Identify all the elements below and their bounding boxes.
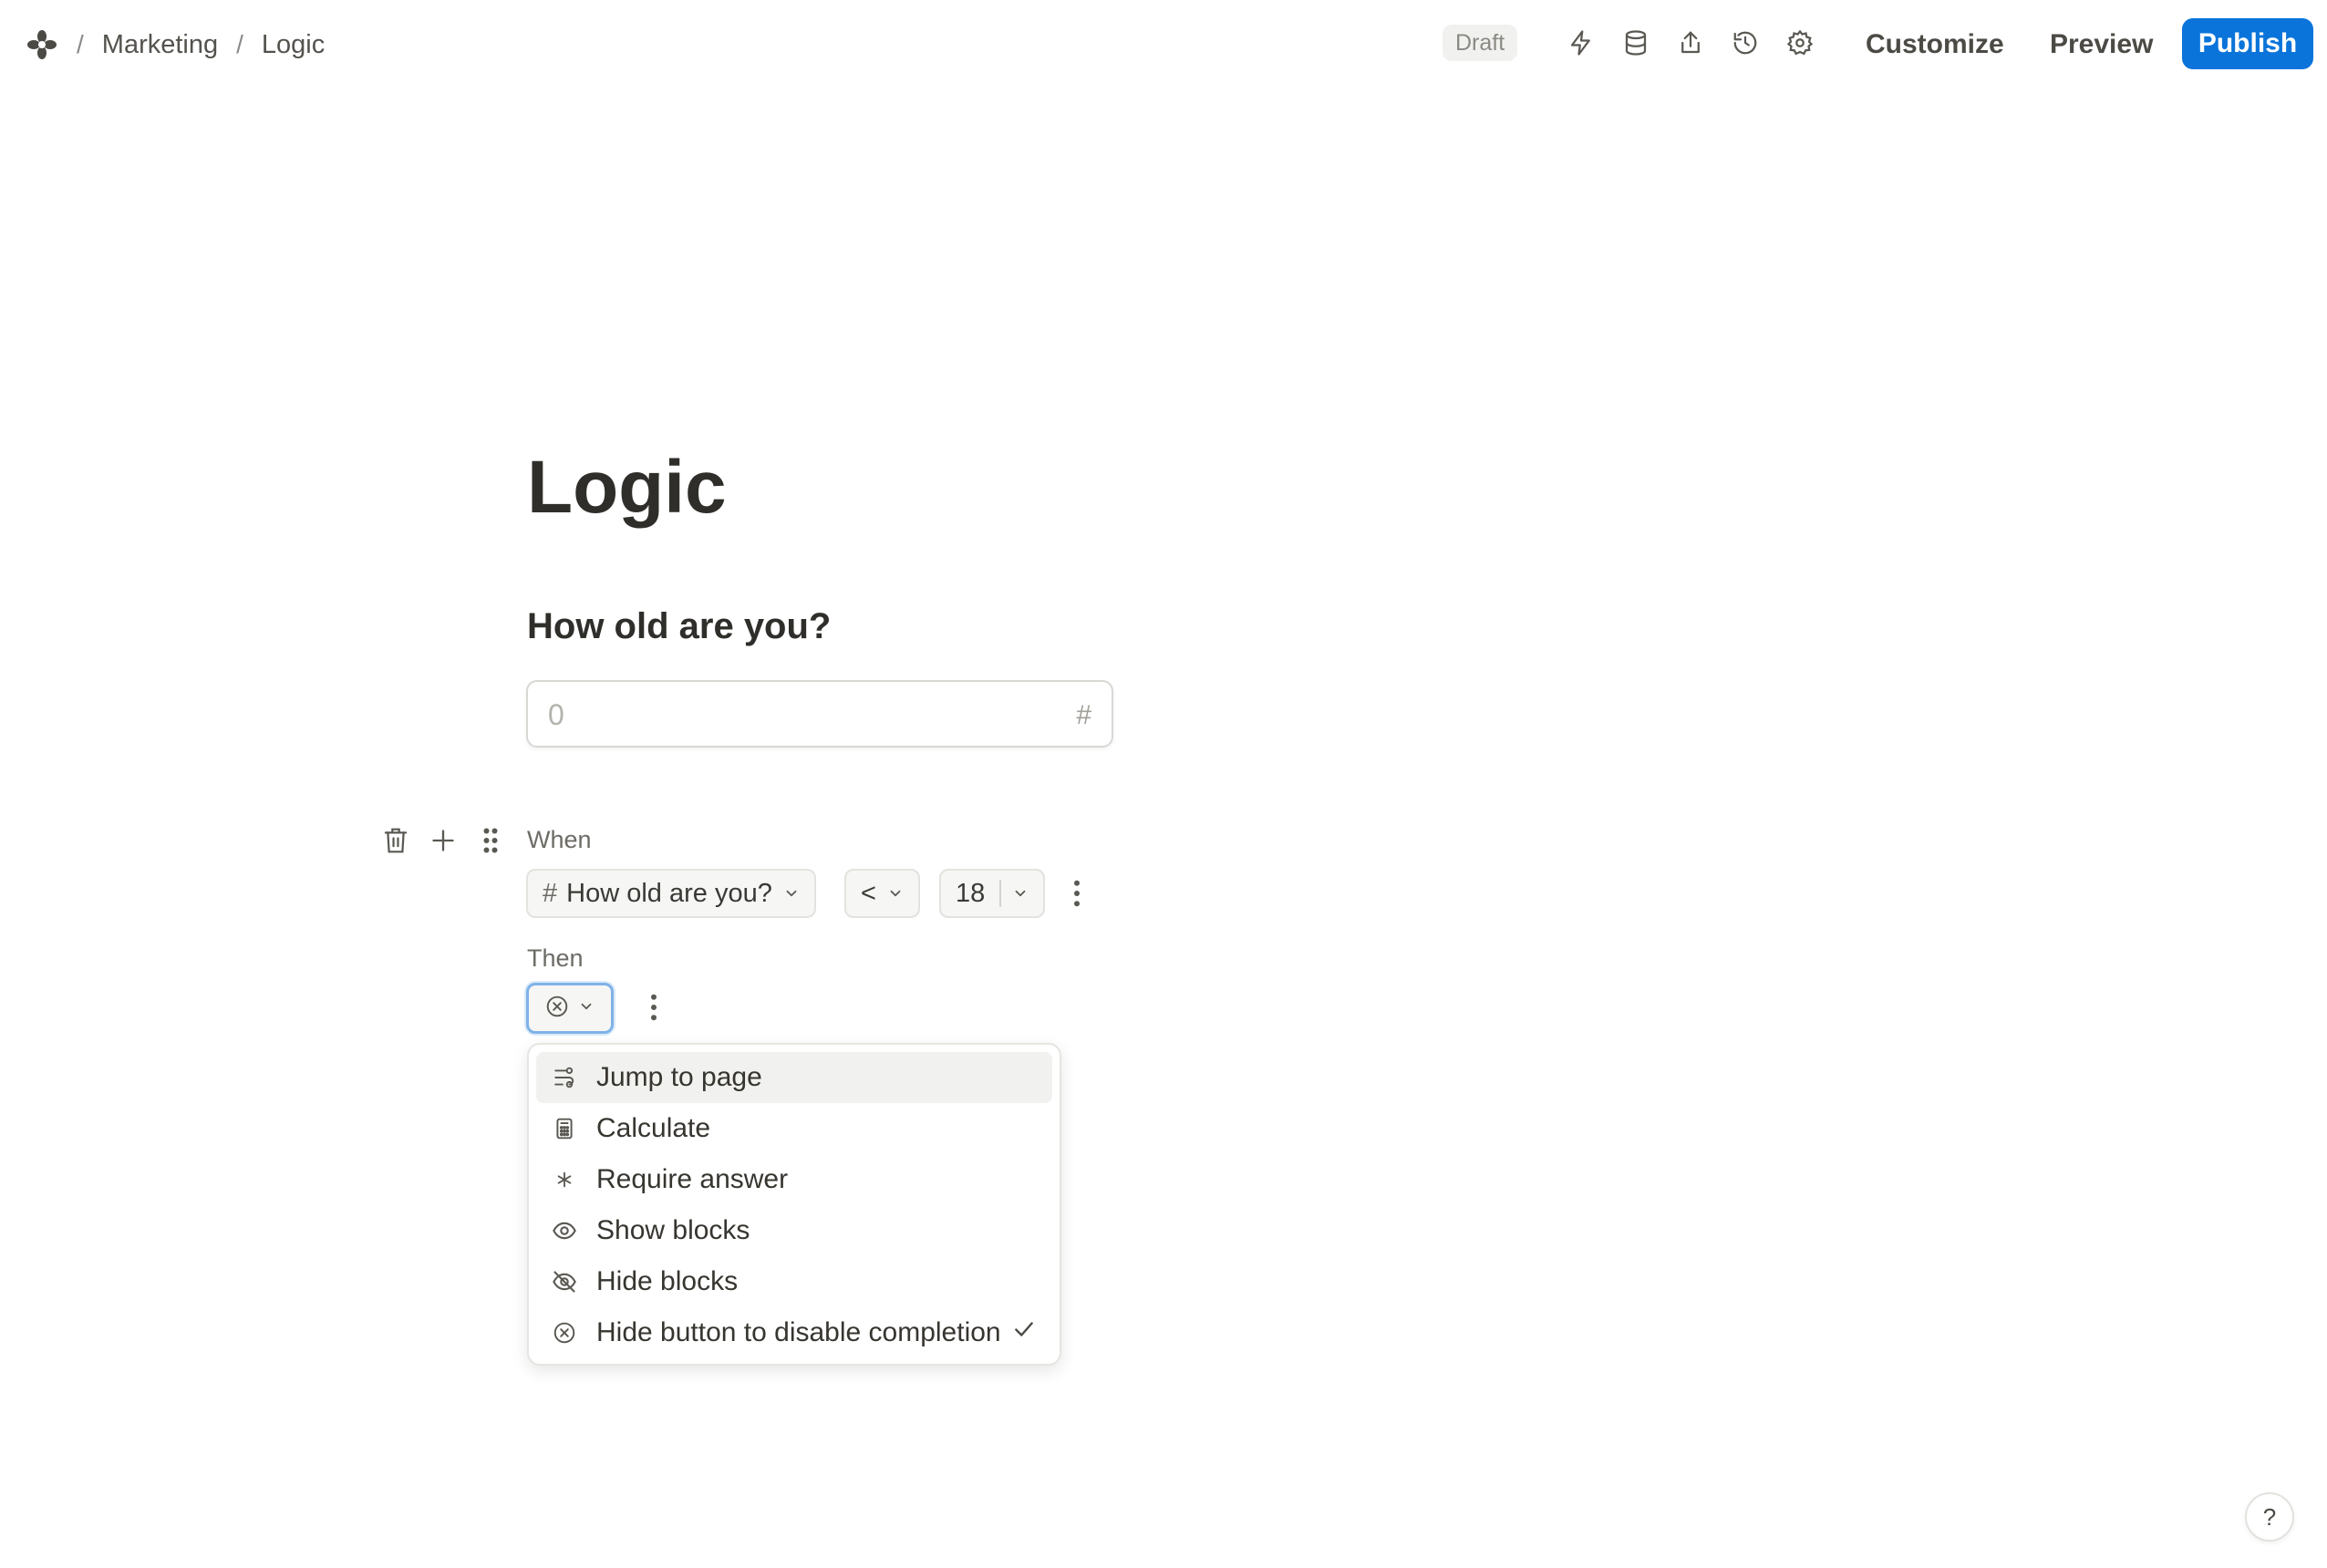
calculator-icon [551, 1115, 578, 1142]
breadcrumb-separator: / [236, 30, 243, 58]
menu-item-label: Jump to page [596, 1062, 762, 1092]
chevron-down-icon [578, 998, 595, 1019]
menu-item-label: Hide button to disable completion [596, 1317, 1001, 1347]
breadcrumb-logic[interactable]: Logic [262, 30, 325, 60]
condition-value-label: 18 [956, 878, 986, 908]
action-select[interactable] [526, 983, 614, 1034]
menu-item-label: Require answer [596, 1164, 789, 1194]
menu-item-label: Hide blocks [596, 1266, 739, 1296]
gear-icon[interactable] [1782, 25, 1818, 61]
menu-item-calculate[interactable]: Calculate [536, 1103, 1052, 1154]
number-input-field[interactable]: # [526, 680, 1113, 748]
page-title[interactable]: Logic [527, 445, 727, 531]
menu-item-require-answer[interactable]: Require answer [536, 1154, 1052, 1205]
share-icon[interactable] [1672, 25, 1709, 61]
question-title[interactable]: How old are you? [527, 606, 831, 647]
then-label: Then [527, 944, 584, 972]
menu-item-label: Calculate [596, 1113, 711, 1143]
operator-select[interactable]: < [844, 869, 920, 918]
chevron-down-icon [887, 879, 904, 909]
condition-more-icon[interactable] [1063, 873, 1091, 913]
customize-button[interactable]: Customize [1866, 20, 2004, 69]
lightning-icon[interactable] [1563, 25, 1599, 61]
menu-item-hide-button[interactable]: Hide button to disable completion [536, 1307, 1052, 1358]
publish-button[interactable]: Publish [2182, 18, 2313, 69]
help-button[interactable]: ? [2245, 1492, 2294, 1542]
menu-item-show-blocks[interactable]: Show blocks [536, 1205, 1052, 1256]
asterisk-icon [551, 1166, 578, 1193]
status-badge: Draft [1443, 25, 1518, 61]
eye-icon [551, 1217, 578, 1244]
condition-field-label: How old are you? [566, 878, 772, 908]
add-icon[interactable] [423, 820, 463, 861]
x-circle-icon [545, 995, 569, 1023]
chevron-down-icon [783, 879, 800, 909]
trash-icon[interactable] [376, 820, 416, 861]
number-icon: # [543, 878, 558, 908]
menu-item-jump-to-page[interactable]: Jump to page [536, 1052, 1052, 1103]
condition-field-select[interactable]: # How old are you? [526, 869, 816, 918]
chevron-down-icon [1012, 879, 1029, 909]
x-circle-icon [551, 1319, 578, 1346]
history-icon[interactable] [1727, 25, 1763, 61]
jump-icon [551, 1064, 578, 1091]
asterisk-logo-icon[interactable] [26, 28, 58, 61]
database-icon[interactable] [1618, 25, 1654, 61]
eye-off-icon [551, 1268, 578, 1295]
breadcrumb-marketing[interactable]: Marketing [102, 30, 218, 60]
action-more-icon[interactable] [640, 987, 667, 1027]
when-label: When [527, 826, 592, 853]
menu-item-label: Show blocks [596, 1215, 750, 1245]
age-input[interactable] [546, 693, 1042, 737]
drag-handle-icon[interactable] [471, 820, 511, 861]
number-icon: # [1076, 700, 1091, 730]
operator-label: < [861, 878, 876, 908]
checkmark-icon [1012, 1317, 1036, 1348]
menu-item-hide-blocks[interactable]: Hide blocks [536, 1256, 1052, 1307]
breadcrumb-separator: / [77, 30, 84, 58]
action-dropdown-menu: Jump to page Calculate Require answer Sh… [527, 1043, 1061, 1366]
divider [999, 880, 1002, 907]
condition-value-select[interactable]: 18 [939, 869, 1046, 918]
preview-button[interactable]: Preview [2050, 20, 2153, 69]
breadcrumb: / Marketing / Logic [26, 22, 325, 67]
